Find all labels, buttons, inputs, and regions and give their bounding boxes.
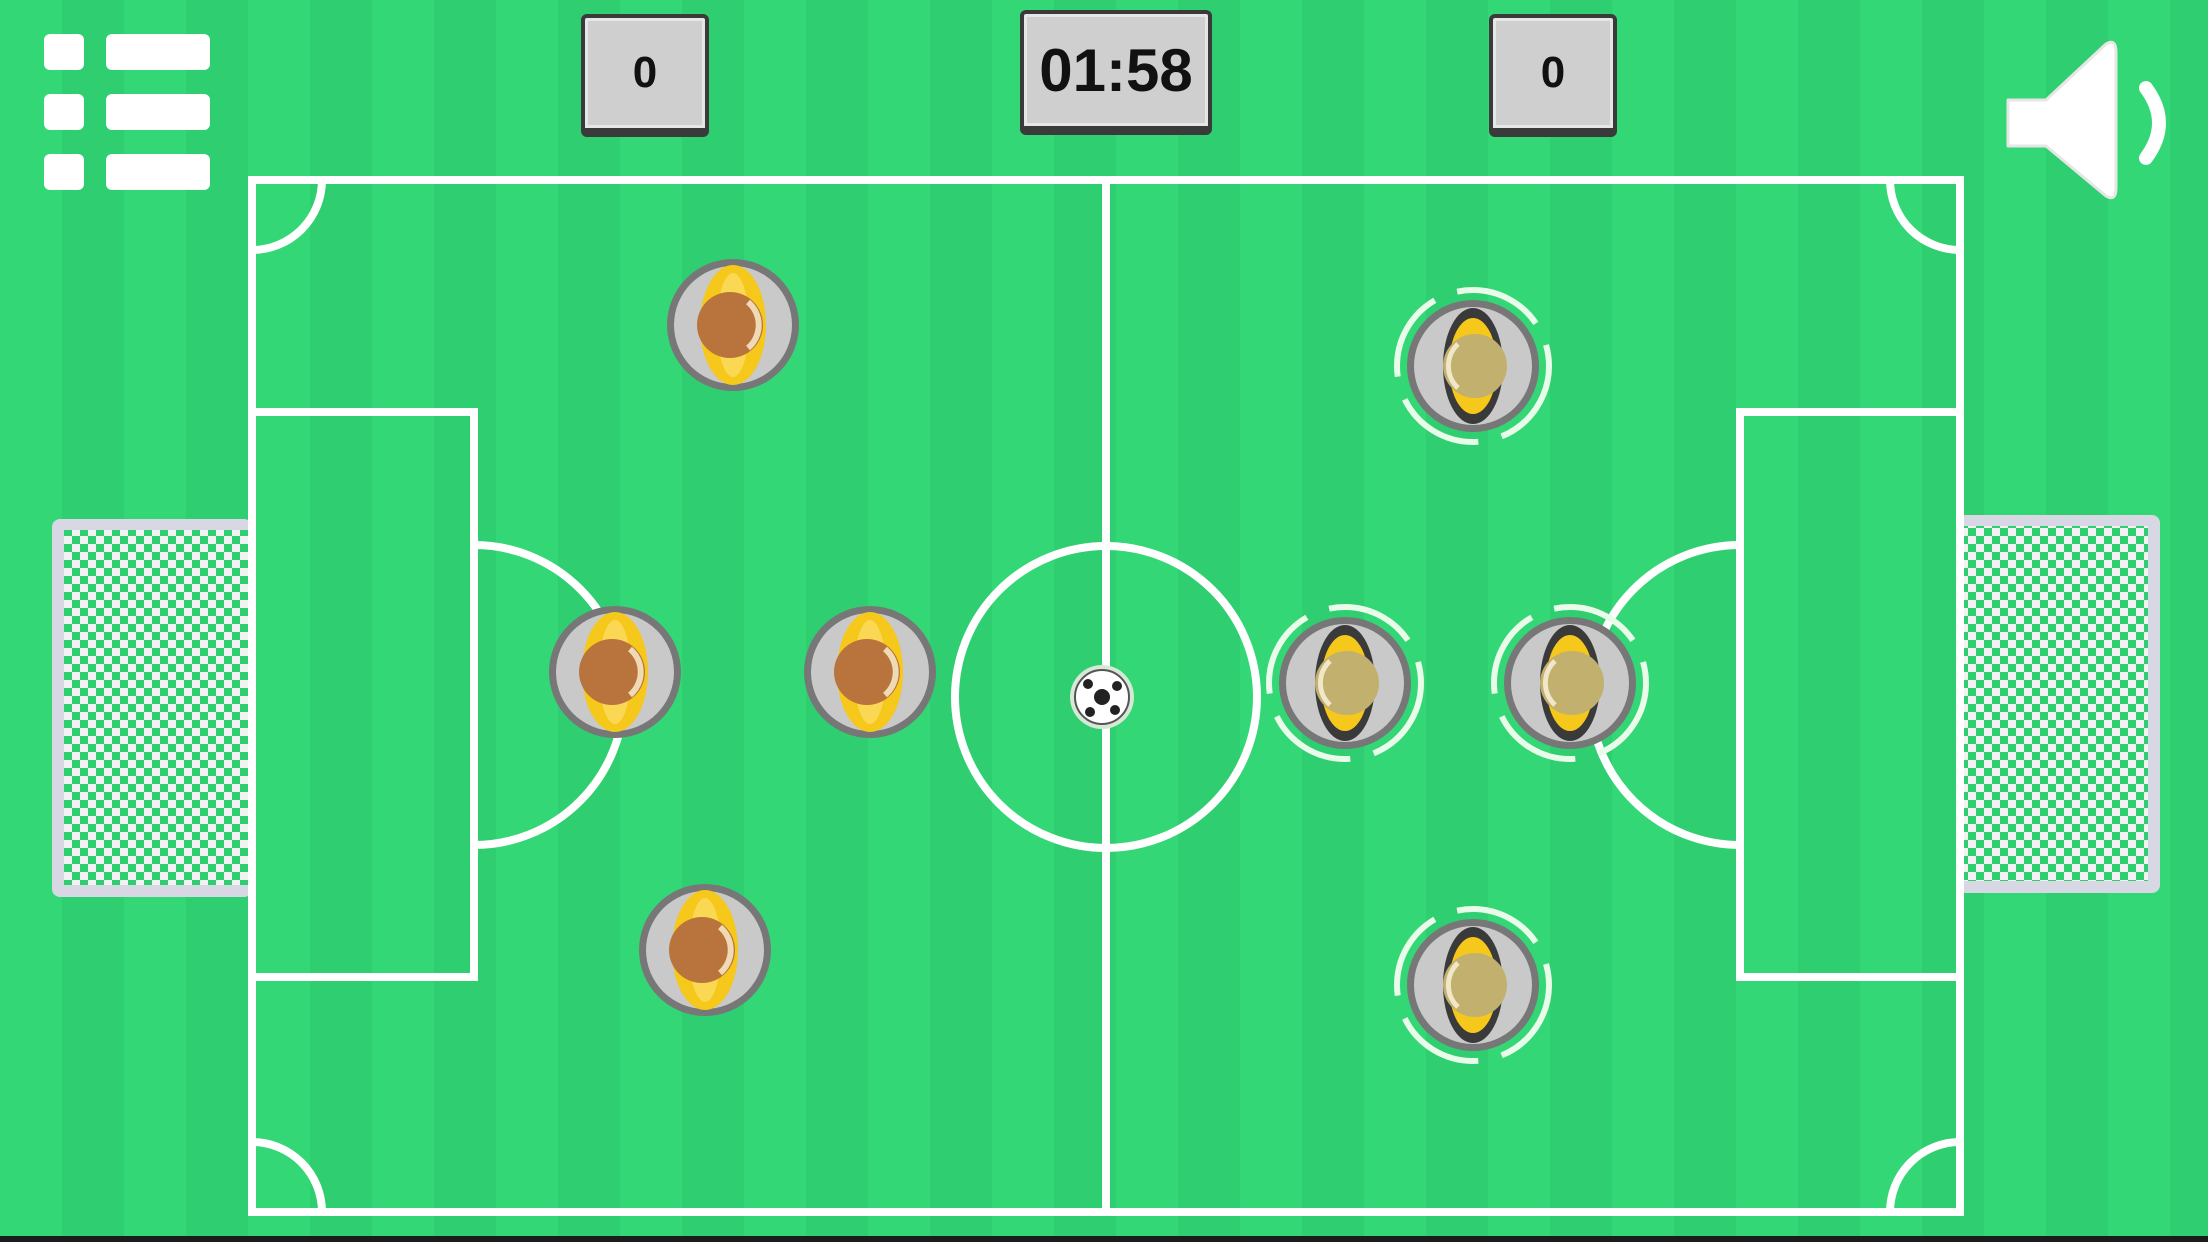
left-goal-net: [52, 519, 254, 897]
sound-toggle-button[interactable]: [2000, 38, 2180, 208]
away-player-1[interactable]: [1394, 287, 1552, 445]
home-player-1[interactable]: [667, 259, 799, 391]
game-stage: 0 01:58 0: [0, 0, 2208, 1242]
bottom-edge-bar: [0, 1236, 2208, 1242]
away-player-4[interactable]: [1394, 906, 1552, 1064]
home-score: 0: [581, 14, 709, 137]
home-player-4[interactable]: [639, 884, 771, 1016]
right-goal-net: [1958, 515, 2160, 893]
away-player-3[interactable]: [1491, 604, 1649, 762]
menu-button[interactable]: [40, 30, 212, 196]
football-pitch: [52, 176, 2160, 1216]
match-timer: 01:58: [1020, 10, 1212, 135]
away-player-2[interactable]: [1266, 604, 1424, 762]
home-player-3[interactable]: [804, 606, 936, 738]
away-score: 0: [1489, 14, 1617, 137]
soccer-ball[interactable]: [1070, 665, 1134, 729]
speaker-volume-icon: [2006, 40, 2166, 200]
home-player-2[interactable]: [549, 606, 681, 738]
